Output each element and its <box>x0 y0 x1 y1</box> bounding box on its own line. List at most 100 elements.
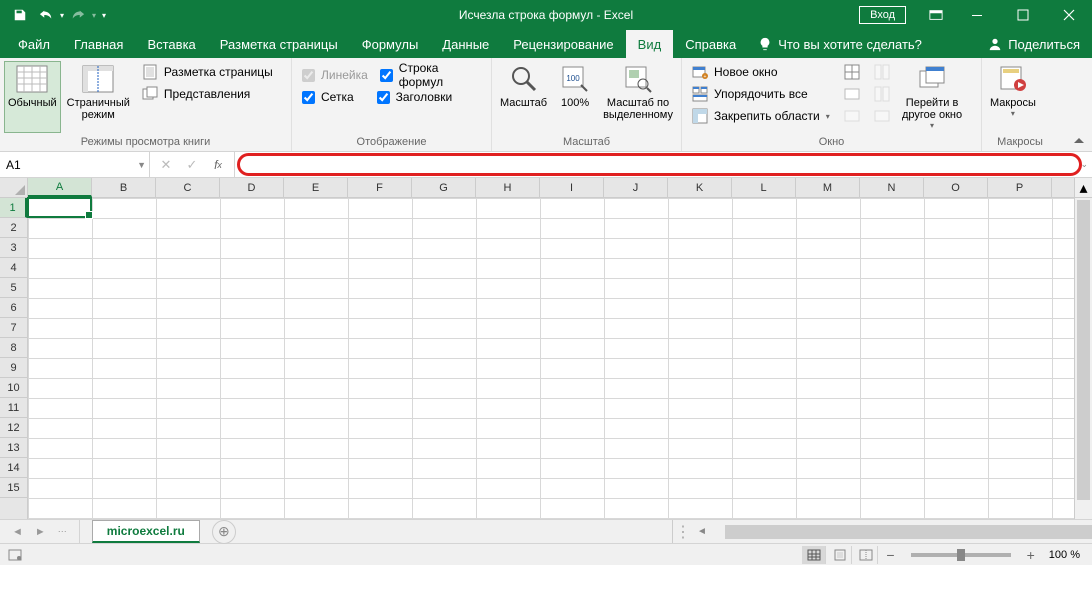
hscroll-resize[interactable]: ⋮ <box>673 522 693 542</box>
zoom-in-button[interactable]: + <box>1021 547 1041 563</box>
redo-button[interactable] <box>66 3 90 27</box>
expand-formula-bar[interactable]: ⌄ <box>1080 159 1088 170</box>
headings-checkbox[interactable]: Заголовки <box>371 86 459 108</box>
zoom-button[interactable]: Масштаб <box>496 61 551 133</box>
collapse-ribbon-button[interactable] <box>1070 133 1088 149</box>
row-header-5[interactable]: 5 <box>0 278 27 298</box>
hide-button[interactable] <box>838 83 866 105</box>
name-box-input[interactable] <box>6 158 143 172</box>
reset-window-button[interactable] <box>868 105 896 127</box>
share-button[interactable]: Поделиться <box>976 30 1092 58</box>
custom-views-button[interactable]: Представления <box>136 83 279 105</box>
formula-input[interactable] <box>239 158 1088 172</box>
tell-me-search[interactable]: Что вы хотите сделать? <box>748 30 932 58</box>
vertical-scrollbar[interactable] <box>1074 198 1092 519</box>
row-header-11[interactable]: 11 <box>0 398 27 418</box>
pagebreak-view-button[interactable]: Страничный режим <box>63 61 134 133</box>
unhide-button[interactable] <box>838 105 866 127</box>
column-header-N[interactable]: N <box>860 178 924 197</box>
column-header-E[interactable]: E <box>284 178 348 197</box>
row-header-15[interactable]: 15 <box>0 478 27 498</box>
tab-review[interactable]: Рецензирование <box>501 30 625 58</box>
zoom-selection-button[interactable]: Масштаб по выделенному <box>599 61 677 133</box>
horizontal-scrollbar[interactable] <box>725 524 1060 540</box>
name-box-dropdown[interactable]: ▼ <box>137 160 146 170</box>
freeze-panes-button[interactable]: Закрепить области ▾ <box>686 105 836 127</box>
column-header-M[interactable]: M <box>796 178 860 197</box>
sheet-tab-active[interactable]: microexcel.ru <box>92 520 200 543</box>
new-window-button[interactable]: + Новое окно <box>686 61 836 83</box>
zoom-out-button[interactable]: − <box>880 547 900 563</box>
tab-formulas[interactable]: Формулы <box>350 30 431 58</box>
column-header-J[interactable]: J <box>604 178 668 197</box>
column-header-D[interactable]: D <box>220 178 284 197</box>
gridlines-checkbox[interactable]: Сетка <box>296 86 360 108</box>
undo-dropdown[interactable]: ▾ <box>60 11 64 20</box>
minimize-button[interactable] <box>954 0 1000 30</box>
tab-page-layout[interactable]: Разметка страницы <box>208 30 350 58</box>
active-cell[interactable] <box>27 197 92 218</box>
row-header-8[interactable]: 8 <box>0 338 27 358</box>
column-header-L[interactable]: L <box>732 178 796 197</box>
column-header-B[interactable]: B <box>92 178 156 197</box>
row-header-13[interactable]: 13 <box>0 438 27 458</box>
arrange-all-button[interactable]: Упорядочить все <box>686 83 836 105</box>
view-side-by-side-button[interactable] <box>868 61 896 83</box>
column-header-I[interactable]: I <box>540 178 604 197</box>
save-button[interactable] <box>8 3 32 27</box>
scroll-up-button[interactable]: ▴ <box>1074 178 1092 197</box>
zoom-slider[interactable] <box>911 553 1011 557</box>
pagelayout-status-button[interactable] <box>828 546 852 564</box>
column-header-O[interactable]: O <box>924 178 988 197</box>
column-header-C[interactable]: C <box>156 178 220 197</box>
cancel-formula-button[interactable]: ✕ <box>154 155 178 175</box>
ribbon-display-options[interactable] <box>918 0 954 30</box>
insert-function-button[interactable]: fx <box>206 155 230 175</box>
column-header-F[interactable]: F <box>348 178 412 197</box>
row-header-9[interactable]: 9 <box>0 358 27 378</box>
row-header-2[interactable]: 2 <box>0 218 27 238</box>
zoom-100-button[interactable]: 100 100% <box>553 61 597 133</box>
macros-button[interactable]: Макросы ▾ <box>986 61 1040 133</box>
row-header-1[interactable]: 1 <box>0 198 27 218</box>
split-button[interactable] <box>838 61 866 83</box>
formulabar-checkbox[interactable]: Строка формул <box>374 64 487 86</box>
row-header-7[interactable]: 7 <box>0 318 27 338</box>
tab-data[interactable]: Данные <box>430 30 501 58</box>
normal-view-button[interactable]: Обычный <box>4 61 61 133</box>
vscroll-thumb[interactable] <box>1077 200 1090 500</box>
row-header-14[interactable]: 14 <box>0 458 27 478</box>
sync-scroll-button[interactable] <box>868 83 896 105</box>
row-header-12[interactable]: 12 <box>0 418 27 438</box>
sheet-nav-more[interactable]: ⋯ <box>54 526 71 537</box>
tab-file[interactable]: Файл <box>6 30 62 58</box>
select-all-corner[interactable] <box>0 178 28 197</box>
tab-home[interactable]: Главная <box>62 30 135 58</box>
normal-view-status-button[interactable] <box>802 546 826 564</box>
column-header-K[interactable]: K <box>668 178 732 197</box>
scroll-left-button[interactable]: ◄ <box>693 526 711 537</box>
row-header-4[interactable]: 4 <box>0 258 27 278</box>
login-button[interactable]: Вход <box>859 6 906 24</box>
zoom-slider-handle[interactable] <box>957 549 965 561</box>
switch-windows-button[interactable]: Перейти в другое окно ▾ <box>898 61 966 133</box>
enter-formula-button[interactable]: ✓ <box>180 155 204 175</box>
column-header-G[interactable]: G <box>412 178 476 197</box>
sheet-nav-prev[interactable]: ◄ <box>8 526 27 538</box>
row-header-10[interactable]: 10 <box>0 378 27 398</box>
tab-help[interactable]: Справка <box>673 30 748 58</box>
cells-grid[interactable] <box>28 198 1074 519</box>
column-header-H[interactable]: H <box>476 178 540 197</box>
tab-view[interactable]: Вид <box>626 30 674 58</box>
zoom-value[interactable]: 100 % <box>1043 549 1086 561</box>
pagebreak-status-button[interactable] <box>854 546 878 564</box>
name-box[interactable]: ▼ <box>0 152 150 177</box>
sheet-nav-next[interactable]: ► <box>31 526 50 538</box>
row-header-6[interactable]: 6 <box>0 298 27 318</box>
redo-dropdown[interactable]: ▾ <box>92 11 96 20</box>
record-macro-icon[interactable] <box>6 547 24 563</box>
row-header-3[interactable]: 3 <box>0 238 27 258</box>
maximize-button[interactable] <box>1000 0 1046 30</box>
qat-customize[interactable]: ▾ <box>98 11 110 20</box>
column-header-P[interactable]: P <box>988 178 1052 197</box>
